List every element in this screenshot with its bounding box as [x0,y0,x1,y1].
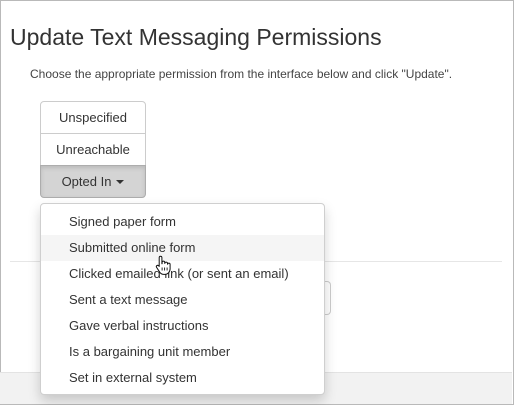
unreachable-label: Unreachable [56,142,130,157]
menu-item-clicked-emailed-link[interactable]: Clicked emailed link (or sent an email) [41,261,324,287]
menu-item-sent-text-message[interactable]: Sent a text message [41,287,324,313]
unspecified-label: Unspecified [59,110,127,125]
menu-item-gave-verbal-instructions[interactable]: Gave verbal instructions [41,313,324,339]
page-title: Update Text Messaging Permissions [10,24,382,50]
opted-in-dropdown-button[interactable]: Opted In [40,165,146,198]
instructions-text: Choose the appropriate permission from t… [30,67,453,81]
menu-item-bargaining-unit-member[interactable]: Is a bargaining unit member [41,339,324,365]
opted-in-label: Opted In [61,174,112,189]
menu-item-signed-paper-form[interactable]: Signed paper form [41,209,324,235]
unreachable-button[interactable]: Unreachable [40,133,146,166]
menu-item-submitted-online-form[interactable]: Submitted online form [41,235,324,261]
caret-down-icon [116,179,125,184]
unspecified-button[interactable]: Unspecified [40,101,146,134]
opt-in-method-menu: Signed paper form Submitted online form … [40,203,325,395]
permission-button-group: Unspecified Unreachable Opted In [40,101,146,198]
menu-item-set-in-external-system[interactable]: Set in external system [41,365,324,391]
